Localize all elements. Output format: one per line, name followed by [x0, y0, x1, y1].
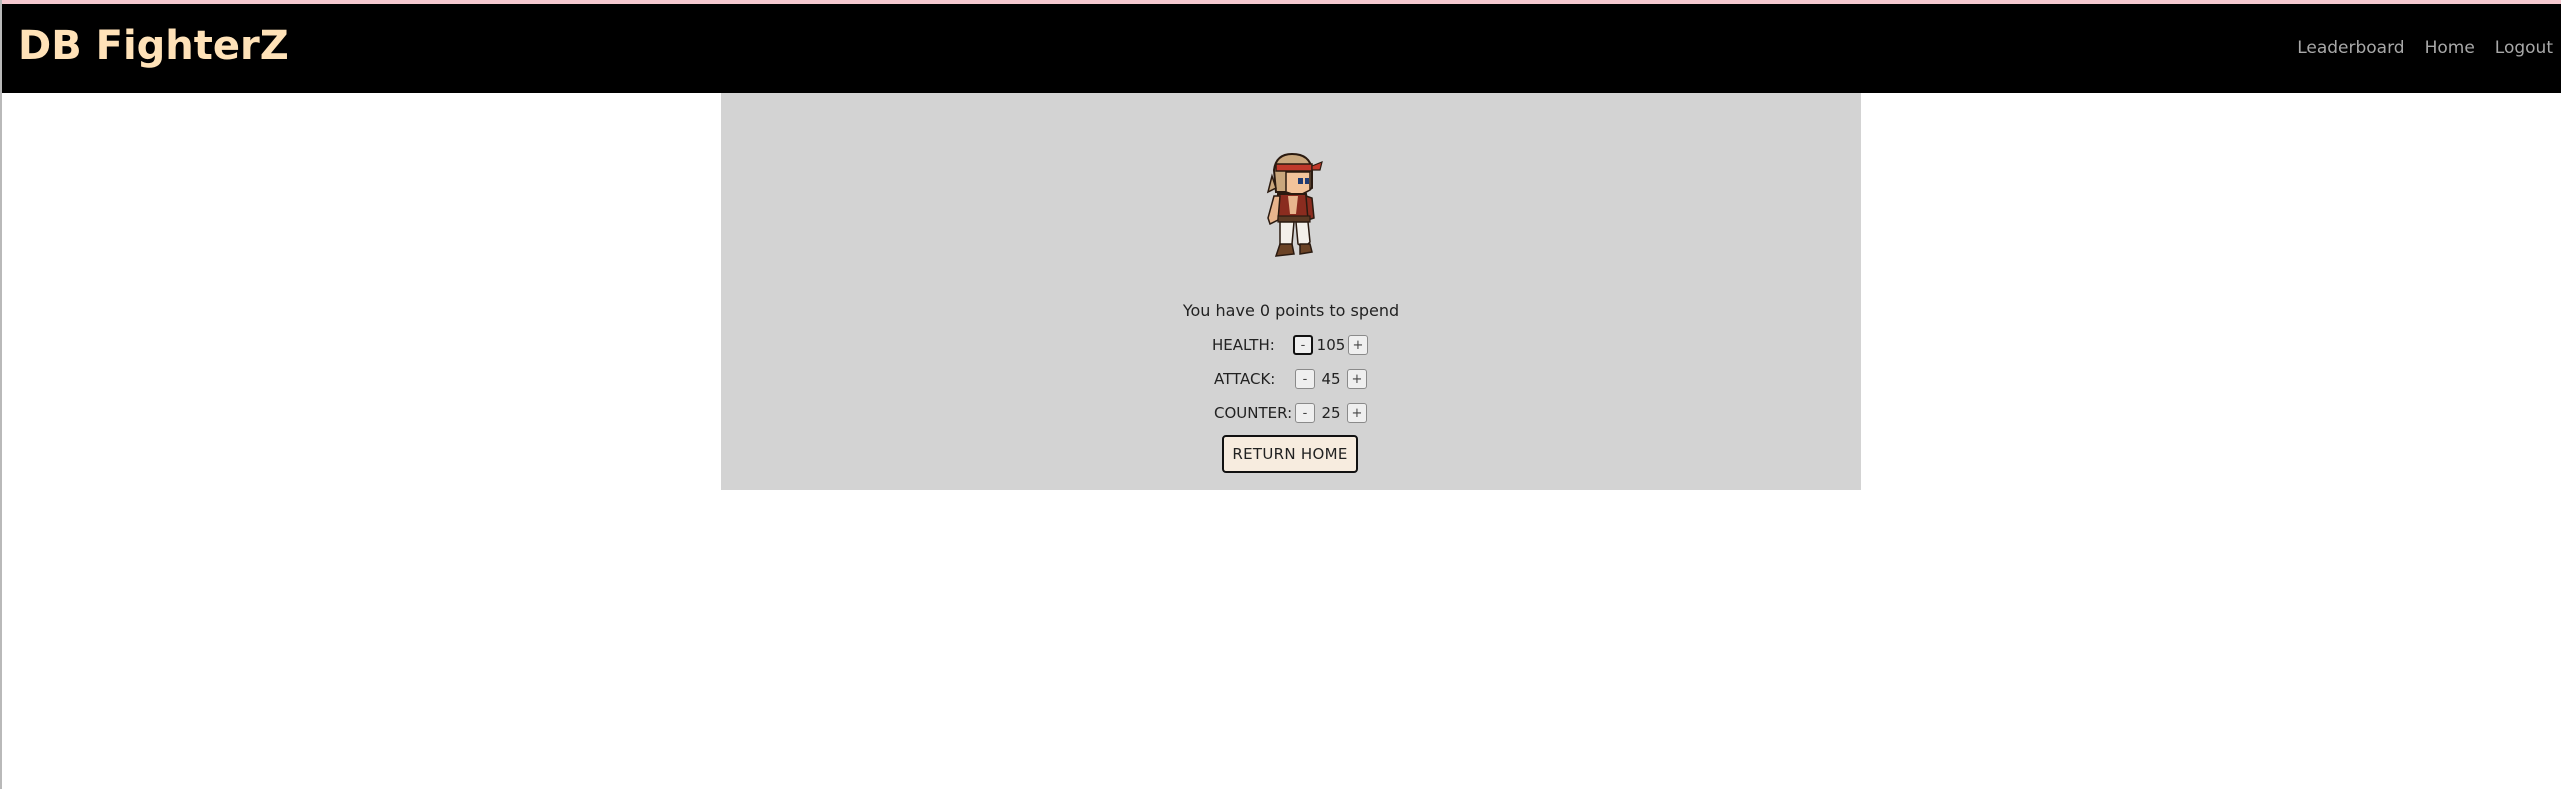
upgrade-panel: You have 0 points to spend HEALTH: - 105… — [721, 93, 1861, 490]
stat-row-health: HEALTH: - 105 + — [721, 333, 1861, 357]
health-decrease-button[interactable]: - — [1293, 335, 1313, 355]
stat-row-counter: COUNTER: - 25 + — [721, 401, 1861, 425]
fighter-sprite — [1266, 152, 1323, 257]
attack-increase-button[interactable]: + — [1347, 369, 1367, 389]
health-increase-button[interactable]: + — [1348, 335, 1368, 355]
attack-decrease-button[interactable]: - — [1295, 369, 1315, 389]
points-to-spend-text: You have 0 points to spend — [1182, 301, 1400, 320]
nav-home-link[interactable]: Home — [2425, 38, 2475, 58]
attack-label: ATTACK: — [1214, 370, 1276, 388]
brand-title[interactable]: DB FighterZ — [18, 24, 289, 68]
stat-row-attack: ATTACK: - 45 + — [721, 367, 1861, 391]
health-value: 105 — [1316, 336, 1346, 354]
counter-label: COUNTER: — [1214, 404, 1293, 422]
page: DB FighterZ Leaderboard Home Logout You … — [0, 0, 2561, 789]
navbar: DB FighterZ Leaderboard Home Logout — [2, 4, 2561, 93]
attack-value: 45 — [1321, 370, 1341, 388]
return-home-button[interactable]: RETURN HOME — [1222, 435, 1358, 473]
counter-value: 25 — [1321, 404, 1341, 422]
counter-decrease-button[interactable]: - — [1295, 403, 1315, 423]
nav-links: Leaderboard Home Logout — [2297, 38, 2553, 58]
health-label: HEALTH: — [1212, 336, 1275, 354]
nav-logout-link[interactable]: Logout — [2495, 38, 2553, 58]
counter-increase-button[interactable]: + — [1347, 403, 1367, 423]
nav-leaderboard-link[interactable]: Leaderboard — [2297, 38, 2404, 58]
